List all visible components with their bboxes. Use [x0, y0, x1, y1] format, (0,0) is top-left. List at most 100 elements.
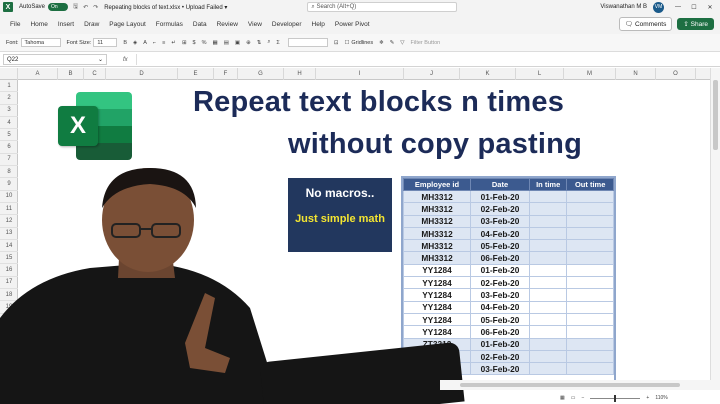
cell[interactable] [528, 189, 568, 204]
number-format-icon[interactable]: $ [193, 40, 196, 46]
cell[interactable]: 01-Feb-20 [470, 189, 530, 204]
cell[interactable]: 06-Feb-20 [470, 251, 530, 265]
document-title[interactable]: Repeating blocks of text.xlsx • Upload F… [104, 4, 227, 11]
minimize-button[interactable]: — [672, 4, 684, 10]
cell[interactable]: 04-Feb-20 [470, 300, 530, 314]
tab-help[interactable]: Help [307, 21, 330, 28]
tab-insert[interactable]: Insert [53, 21, 79, 28]
zoom-level[interactable]: 110% [655, 395, 667, 401]
cell[interactable] [566, 276, 614, 290]
scroll-thumb[interactable] [713, 80, 718, 150]
cell[interactable]: YY1284 [403, 263, 472, 278]
cell[interactable]: YY1284 [403, 312, 472, 327]
cell[interactable] [528, 349, 568, 364]
formula-input[interactable] [135, 54, 720, 65]
column-header[interactable]: J [404, 68, 460, 80]
merge-icon[interactable]: ⊞ [182, 40, 187, 46]
cell[interactable]: MH3312 [403, 189, 472, 204]
cell[interactable] [566, 337, 614, 351]
cell[interactable]: MH3312 [403, 251, 472, 265]
cell[interactable]: 05-Feb-20 [470, 312, 530, 327]
cell[interactable] [566, 300, 614, 314]
sum-icon[interactable]: Σ [276, 40, 279, 46]
cell[interactable] [528, 276, 568, 290]
cell[interactable] [528, 300, 568, 314]
sort-icon[interactable]: ⇅ [257, 40, 262, 46]
wrap-text-icon[interactable]: ↵ [171, 40, 176, 46]
tab-home[interactable]: Home [25, 21, 52, 28]
close-button[interactable]: ✕ [704, 4, 716, 11]
table-format-icon[interactable]: ▤ [224, 40, 229, 46]
borders-icon[interactable]: ⊡ [334, 40, 339, 46]
avatar[interactable]: VM [653, 1, 664, 13]
cell[interactable] [566, 325, 614, 339]
cell[interactable] [566, 251, 614, 265]
row-header[interactable]: 3 [0, 105, 18, 117]
autosave-toggle[interactable]: On [48, 3, 69, 11]
cell[interactable] [528, 312, 568, 327]
cell[interactable]: 03-Feb-20 [470, 288, 530, 302]
cell[interactable] [528, 362, 568, 376]
cell[interactable] [528, 239, 568, 253]
page-layout-icon[interactable]: ▭ [571, 395, 576, 401]
column-header[interactable]: N [616, 68, 656, 80]
cell[interactable]: 03-Feb-20 [470, 214, 530, 228]
cell[interactable] [566, 214, 614, 228]
cell[interactable] [528, 325, 568, 339]
freeze-icon[interactable]: ❄ [379, 40, 384, 46]
cell[interactable] [566, 226, 614, 241]
tab-draw[interactable]: Draw [79, 21, 104, 28]
row-header[interactable]: 7 [0, 154, 18, 167]
cell[interactable] [566, 189, 614, 204]
cell[interactable]: 02-Feb-20 [470, 276, 530, 290]
zoom-in-icon[interactable]: + [646, 395, 649, 401]
tab-power-pivot[interactable]: Power Pivot [330, 21, 375, 28]
tab-formulas[interactable]: Formulas [151, 21, 188, 28]
column-header[interactable]: C [84, 68, 106, 80]
cell[interactable] [528, 214, 568, 228]
percent-icon[interactable]: % [202, 40, 207, 46]
cell[interactable] [566, 312, 614, 327]
cell[interactable]: 01-Feb-20 [470, 337, 530, 351]
format-painter-icon[interactable]: ⌐ [153, 40, 156, 46]
find-icon[interactable]: ⌕ [267, 39, 270, 46]
cell[interactable]: MH3312 [403, 214, 472, 228]
paint-icon[interactable]: ✎ [390, 40, 395, 46]
tab-developer[interactable]: Developer [267, 21, 307, 28]
zoom-out-icon[interactable]: − [581, 395, 584, 401]
column-header[interactable]: B [58, 68, 84, 80]
cell[interactable]: 06-Feb-20 [470, 325, 530, 339]
font-color-icon[interactable]: A [143, 40, 147, 46]
column-header[interactable]: A [18, 68, 58, 80]
tab-page-layout[interactable]: Page Layout [104, 21, 151, 28]
scroll-thumb[interactable] [460, 383, 680, 387]
column-header[interactable]: I [316, 68, 404, 80]
font-selector[interactable]: Tahoma [20, 38, 61, 47]
row-header[interactable]: 4 [0, 117, 18, 130]
column-header[interactable]: O [656, 68, 696, 80]
column-header[interactable]: D [106, 68, 178, 80]
cell[interactable] [528, 288, 568, 302]
tab-data[interactable]: Data [188, 21, 212, 28]
cell[interactable] [566, 263, 614, 278]
cell[interactable]: YY1284 [403, 276, 472, 290]
cell[interactable]: 02-Feb-20 [470, 202, 530, 216]
cell[interactable] [528, 202, 568, 216]
name-box[interactable]: Q22 ⌄ [3, 54, 107, 65]
horizontal-scrollbar[interactable] [440, 380, 720, 390]
cell[interactable] [528, 263, 568, 278]
maximize-button[interactable]: ☐ [688, 4, 700, 11]
cell[interactable] [566, 288, 614, 302]
tab-file[interactable]: File [0, 21, 25, 28]
row-header[interactable]: 6 [0, 142, 18, 154]
cell[interactable]: YY1284 [403, 325, 472, 339]
filter-icon[interactable]: ▽ [400, 40, 404, 46]
save-icon[interactable]: 🖫 [73, 2, 78, 12]
align-icon[interactable]: ≡ [162, 40, 165, 46]
cell[interactable] [528, 251, 568, 265]
vertical-scrollbar[interactable] [710, 68, 720, 380]
share-button[interactable]: ⇪ Share [677, 18, 714, 30]
cell[interactable] [566, 239, 614, 253]
style-box[interactable] [287, 38, 328, 47]
cell-styles-icon[interactable]: ▣ [235, 40, 240, 46]
